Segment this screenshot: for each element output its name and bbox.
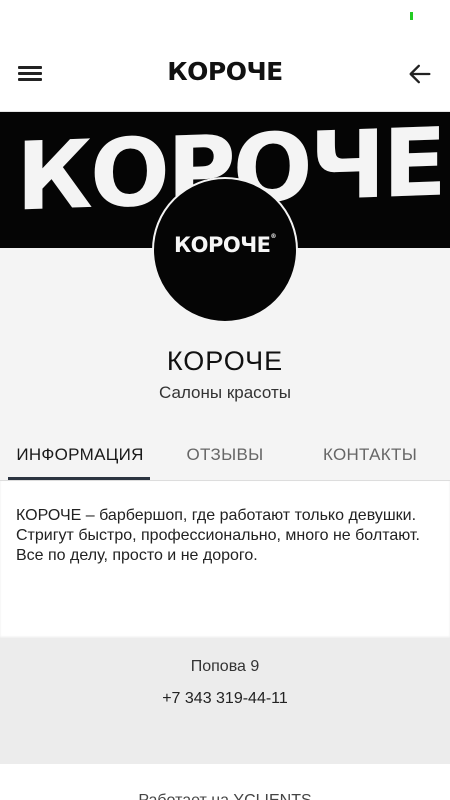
- company-category: Салоны красоты: [159, 383, 291, 402]
- arrow-left-icon[interactable]: [406, 60, 434, 88]
- active-tab-indicator: [8, 477, 150, 480]
- footer: Работает на YCLIENTS: [0, 764, 450, 800]
- avatar: КОРОЧЕ®: [152, 177, 298, 323]
- phone-link[interactable]: +7 343 319-44-11: [0, 690, 450, 708]
- tab-reviews[interactable]: ОТЗЫВЫ: [150, 430, 300, 480]
- avatar-logo-text: КОРОЧЕ®: [173, 233, 277, 257]
- tab-bar: ИНФОРМАЦИЯ ОТЗЫВЫ КОНТАКТЫ: [0, 430, 450, 480]
- info-panel: КОРОЧЕ – барбершоп, где работают только …: [0, 480, 450, 638]
- tab-contacts[interactable]: КОНТАКТЫ: [295, 430, 445, 480]
- contacts-panel: Попова 9 +7 343 319-44-11: [0, 638, 450, 764]
- app-logo: КОРОЧЕ: [167, 57, 283, 86]
- tab-information[interactable]: ИНФОРМАЦИЯ: [0, 430, 160, 480]
- status-indicator: [410, 12, 413, 20]
- powered-by-text[interactable]: Работает на YCLIENTS: [0, 792, 450, 800]
- company-name: КОРОЧЕ: [166, 346, 284, 376]
- app-bar: КОРОЧЕ: [0, 40, 450, 112]
- company-description: КОРОЧЕ – барбершоп, где работают только …: [16, 507, 420, 564]
- address-text: Попова 9: [190, 658, 260, 675]
- status-bar: [0, 0, 450, 40]
